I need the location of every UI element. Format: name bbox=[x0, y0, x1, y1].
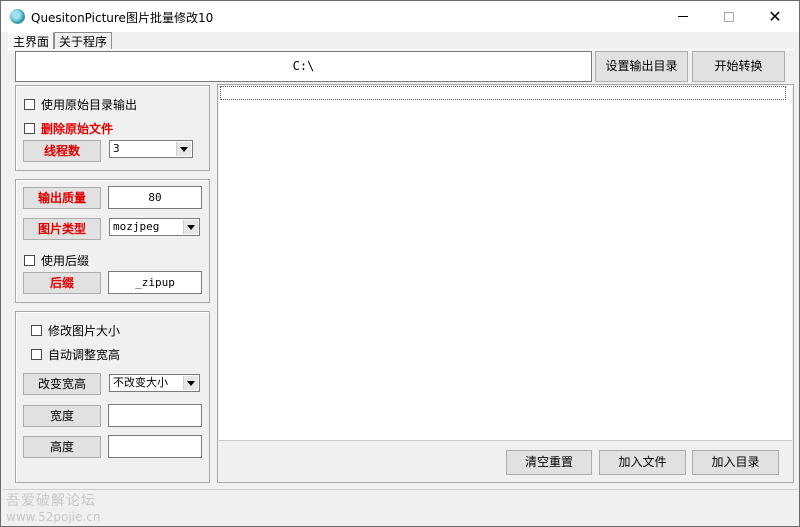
checkbox-box bbox=[24, 255, 35, 266]
checkbox-box bbox=[24, 99, 35, 110]
maximize-icon bbox=[724, 11, 734, 22]
checkbox-box bbox=[24, 123, 35, 134]
suffix-input[interactable]: _zipup bbox=[108, 271, 202, 294]
image-type-button[interactable]: 图片类型 bbox=[23, 218, 101, 240]
quality-button[interactable]: 输出质量 bbox=[23, 187, 101, 209]
change-size-select-value: 不改变大小 bbox=[113, 376, 168, 389]
tab-about[interactable]: 关于程序 bbox=[54, 32, 113, 50]
use-source-dir-label: 使用原始目录输出 bbox=[41, 98, 138, 112]
output-path-field[interactable]: C:\ bbox=[15, 51, 592, 82]
set-output-dir-button[interactable]: 设置输出目录 bbox=[595, 51, 688, 82]
checkbox-box bbox=[31, 325, 42, 336]
app-window: QuesitonPicture图片批量修改10 ✕ 主界面 关于程序 C:\ 设… bbox=[0, 0, 800, 527]
add-directory-button[interactable]: 加入目录 bbox=[692, 450, 779, 475]
minimize-icon bbox=[678, 16, 688, 17]
delete-source-checkbox[interactable]: 删除原始文件 bbox=[24, 120, 113, 137]
threads-select[interactable]: 3 bbox=[109, 140, 193, 158]
chevron-down-icon[interactable] bbox=[176, 142, 191, 156]
tab-main[interactable]: 主界面 bbox=[8, 32, 55, 50]
height-input[interactable] bbox=[108, 435, 202, 458]
suffix-button[interactable]: 后缀 bbox=[23, 272, 101, 294]
threads-select-value: 3 bbox=[113, 142, 120, 155]
width-button[interactable]: 宽度 bbox=[23, 405, 101, 427]
quality-input[interactable]: 80 bbox=[108, 186, 202, 209]
image-type-select-value: mozjpeg bbox=[113, 220, 160, 233]
close-icon: ✕ bbox=[768, 6, 782, 26]
app-logo-icon bbox=[10, 9, 25, 24]
change-size-button[interactable]: 改变宽高 bbox=[23, 373, 101, 395]
width-input[interactable] bbox=[108, 404, 202, 427]
resize-checkbox[interactable]: 修改图片大小 bbox=[31, 322, 120, 339]
maximize-button[interactable] bbox=[706, 1, 752, 32]
chevron-down-icon[interactable] bbox=[183, 376, 198, 390]
watermark-text: 吾爱破解论坛 bbox=[6, 493, 96, 509]
threads-button[interactable]: 线程数 bbox=[23, 140, 101, 162]
status-bar bbox=[3, 489, 798, 513]
delete-source-label: 删除原始文件 bbox=[41, 122, 114, 136]
use-suffix-label: 使用后缀 bbox=[41, 254, 90, 268]
image-type-select[interactable]: mozjpeg bbox=[109, 218, 200, 236]
window-title: QuesitonPicture图片批量修改10 bbox=[31, 11, 214, 25]
clear-reset-button[interactable]: 清空重置 bbox=[506, 450, 592, 475]
tab-strip: 主界面 关于程序 bbox=[8, 32, 113, 50]
resize-label: 修改图片大小 bbox=[48, 324, 121, 338]
watermark-url: www.52pojie.cn bbox=[6, 510, 101, 524]
chevron-down-icon[interactable] bbox=[183, 220, 198, 234]
list-focus-row bbox=[220, 86, 786, 100]
checkbox-box bbox=[31, 349, 42, 360]
close-button[interactable]: ✕ bbox=[752, 1, 798, 32]
use-source-dir-checkbox[interactable]: 使用原始目录输出 bbox=[24, 96, 137, 113]
start-convert-button[interactable]: 开始转换 bbox=[692, 51, 785, 82]
use-suffix-checkbox[interactable]: 使用后缀 bbox=[24, 252, 89, 269]
file-list[interactable] bbox=[219, 86, 792, 441]
height-button[interactable]: 高度 bbox=[23, 436, 101, 458]
auto-adjust-label: 自动调整宽高 bbox=[48, 348, 121, 362]
title-bar: QuesitonPicture图片批量修改10 ✕ bbox=[1, 1, 799, 32]
minimize-button[interactable] bbox=[660, 1, 706, 32]
change-size-select[interactable]: 不改变大小 bbox=[109, 374, 200, 392]
add-files-button[interactable]: 加入文件 bbox=[599, 450, 686, 475]
auto-adjust-checkbox[interactable]: 自动调整宽高 bbox=[31, 346, 120, 363]
